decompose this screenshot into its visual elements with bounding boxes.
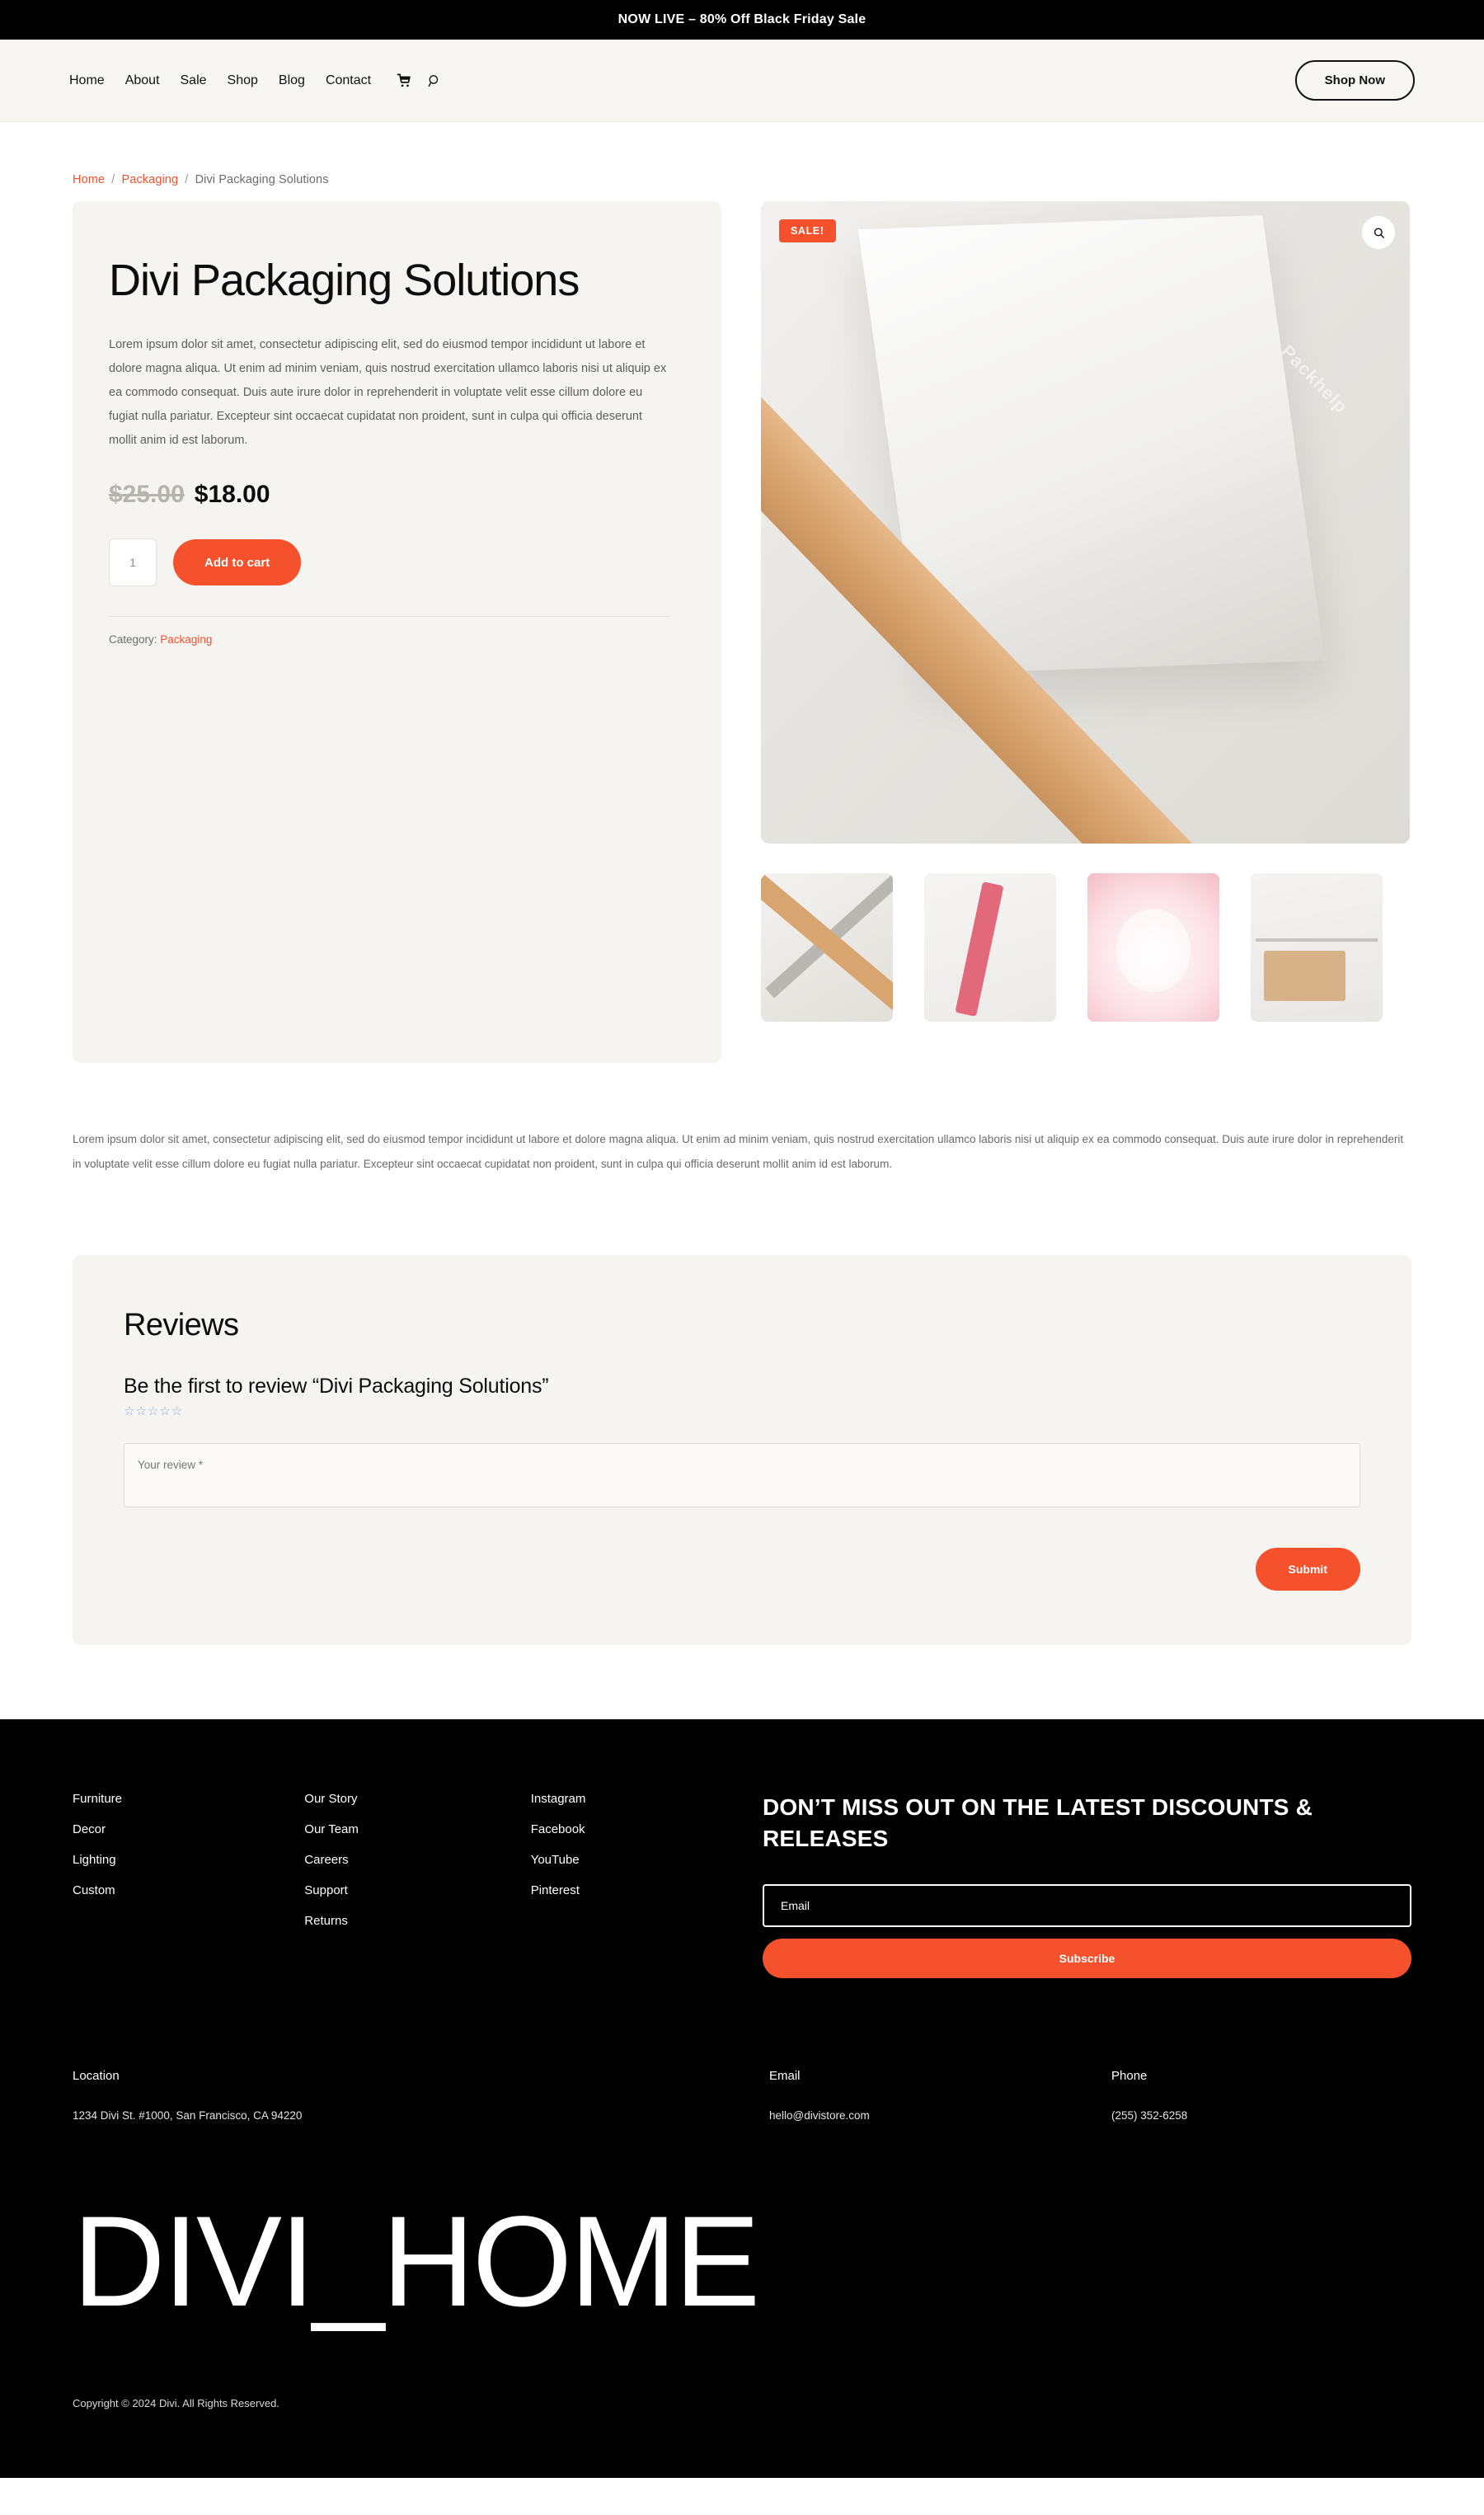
site-header: Home About Sale Shop Blog Contact Shop N: [0, 40, 1484, 122]
category-link[interactable]: Packaging: [160, 633, 212, 646]
nav-item-contact[interactable]: Contact: [326, 73, 371, 88]
announcement-bar: NOW LIVE – 80% Off Black Friday Sale: [0, 0, 1484, 40]
breadcrumb: Home / Packaging / Divi Packaging Soluti…: [73, 122, 1411, 201]
product-title: Divi Packaging Solutions: [109, 256, 580, 305]
footer-link-careers[interactable]: Careers: [304, 1853, 530, 1867]
footer-column-company: Our Story Our Team Careers Support Retur…: [304, 1792, 530, 1978]
star-rating-input[interactable]: ☆☆☆☆☆: [124, 1403, 1360, 1418]
main-navigation: Home About Sale Shop Blog Contact: [69, 73, 442, 88]
product-gallery: Packhelp SALE!: [761, 201, 1410, 1022]
shop-now-button[interactable]: Shop Now: [1294, 60, 1415, 101]
breadcrumb-home[interactable]: Home: [73, 173, 105, 186]
add-to-cart-button[interactable]: Add to cart: [173, 539, 302, 586]
footer-link-decor[interactable]: Decor: [73, 1822, 304, 1836]
email-label: Email: [769, 2068, 801, 2083]
newsletter-signup: DON’T MISS OUT ON THE LATEST DISCOUNTS &…: [762, 1792, 1411, 1978]
email-value[interactable]: hello@divistore.com: [769, 2109, 1111, 2122]
footer-location-block: Location 1234 Divi St. #1000, San Franci…: [73, 2069, 769, 2122]
thumbnail-kraft-tags[interactable]: [1251, 873, 1383, 1022]
announcement-text: NOW LIVE – 80% Off Black Friday Sale: [618, 12, 866, 26]
footer-link-lighting[interactable]: Lighting: [73, 1853, 304, 1867]
nav-item-sale[interactable]: Sale: [181, 73, 207, 88]
product-long-description: Lorem ipsum dolor sit amet, consectetur …: [73, 1133, 1404, 1170]
footer-top: Furniture Decor Lighting Custom Our Stor…: [73, 1792, 1411, 1978]
review-prompt: Be the first to review “Divi Packaging S…: [124, 1375, 549, 1399]
footer-link-furniture[interactable]: Furniture: [73, 1792, 304, 1806]
footer-link-support[interactable]: Support: [304, 1883, 530, 1897]
copyright-text: Copyright © 2024 Divi. All Rights Reserv…: [73, 2396, 279, 2409]
product-short-description: Lorem ipsum dolor sit amet, consectetur …: [109, 338, 667, 448]
footer-brand-wordmark: DIVI_HOME: [73, 2189, 760, 2334]
quantity-input[interactable]: [109, 538, 157, 587]
footer-link-instagram[interactable]: Instagram: [531, 1792, 763, 1806]
newsletter-heading: DON’T MISS OUT ON THE LATEST DISCOUNTS &…: [762, 1794, 1313, 1852]
footer-link-returns[interactable]: Returns: [304, 1914, 530, 1928]
newsletter-email-input[interactable]: [762, 1883, 1411, 1927]
footer-column-shop: Furniture Decor Lighting Custom: [73, 1792, 304, 1978]
reviews-heading: Reviews: [124, 1308, 239, 1343]
footer-link-youtube[interactable]: YouTube: [531, 1853, 763, 1867]
product-info-panel: Divi Packaging Solutions Lorem ipsum dol…: [73, 201, 721, 1063]
footer-contact-row: Location 1234 Divi St. #1000, San Franci…: [73, 2069, 1411, 2122]
thumbnail-pink-ribbon[interactable]: [924, 873, 1056, 1022]
footer-email-block: Email hello@divistore.com: [769, 2069, 1111, 2122]
location-value: 1234 Divi St. #1000, San Francisco, CA 9…: [73, 2108, 303, 2122]
breadcrumb-category[interactable]: Packaging: [122, 173, 179, 186]
submit-row: Submit: [124, 1548, 1360, 1591]
footer-link-facebook[interactable]: Facebook: [531, 1822, 763, 1836]
thumbnail-confetti-plate[interactable]: [1087, 873, 1219, 1022]
thumbnail-tape-cross[interactable]: [761, 873, 893, 1022]
category-label: Category:: [109, 633, 157, 646]
product-main-image[interactable]: Packhelp SALE!: [761, 201, 1410, 844]
product-section: Divi Packaging Solutions Lorem ipsum dol…: [73, 201, 1411, 1063]
nav-item-home[interactable]: Home: [69, 73, 105, 88]
nav-item-blog[interactable]: Blog: [279, 73, 305, 88]
reviews-section: Reviews Be the first to review “Divi Pac…: [73, 1255, 1411, 1646]
search-icon[interactable]: [427, 73, 442, 88]
footer-column-social: Instagram Facebook YouTube Pinterest: [531, 1792, 763, 1978]
subscribe-button[interactable]: Subscribe: [762, 1938, 1411, 1978]
review-textarea[interactable]: [124, 1443, 1360, 1508]
main-content: Home / Packaging / Divi Packaging Soluti…: [0, 122, 1484, 1646]
breadcrumb-separator-2: /: [185, 173, 189, 186]
site-footer: Furniture Decor Lighting Custom Our Stor…: [0, 1719, 1484, 2479]
price-sale: $18.00: [194, 481, 270, 509]
submit-review-button[interactable]: Submit: [1255, 1548, 1360, 1591]
footer-link-our-team[interactable]: Our Team: [304, 1822, 530, 1836]
price-row: $25.00 $18.00: [109, 481, 670, 509]
meta-divider: [109, 616, 670, 618]
magnifier-icon[interactable]: [1362, 216, 1395, 249]
sale-badge: SALE!: [779, 219, 836, 242]
footer-link-pinterest[interactable]: Pinterest: [531, 1883, 763, 1897]
nav-item-about[interactable]: About: [125, 73, 160, 88]
cart-icon[interactable]: [397, 73, 412, 88]
price-original: $25.00: [109, 481, 185, 509]
thumbnail-strip: [761, 873, 1410, 1022]
breadcrumb-separator-1: /: [111, 173, 115, 186]
footer-phone-block: Phone (255) 352-6258: [1111, 2069, 1411, 2122]
breadcrumb-current: Divi Packaging Solutions: [195, 173, 329, 186]
product-photo-art: Packhelp: [761, 201, 1410, 844]
phone-value[interactable]: (255) 352-6258: [1111, 2109, 1411, 2122]
product-category: Category: Packaging: [109, 633, 670, 646]
location-label: Location: [73, 2068, 120, 2083]
nav-item-shop[interactable]: Shop: [228, 73, 258, 88]
phone-label: Phone: [1111, 2068, 1148, 2083]
footer-link-custom[interactable]: Custom: [73, 1883, 304, 1897]
add-to-cart-row: Add to cart: [109, 538, 670, 587]
footer-link-our-story[interactable]: Our Story: [304, 1792, 530, 1806]
